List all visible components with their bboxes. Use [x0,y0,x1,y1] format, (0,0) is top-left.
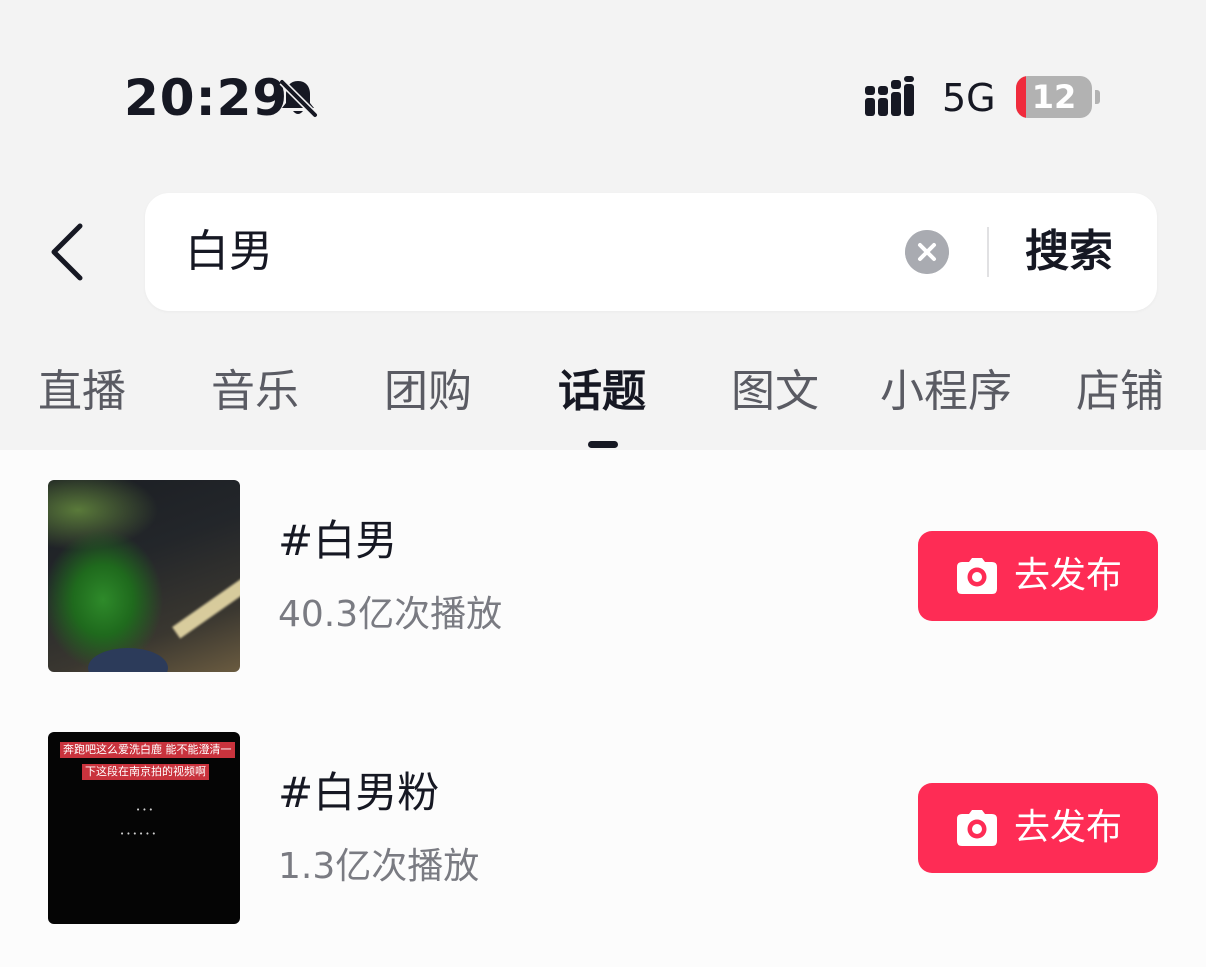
topic-play-count: 1.3亿次播放 [278,846,480,887]
tab-image-text[interactable]: 图文 [731,362,819,422]
clear-icon[interactable] [905,230,949,274]
topic-thumbnail [48,480,240,672]
thumbnail-caption: 下这段在南京拍的视频啊 [82,764,209,780]
tab-music[interactable]: 音乐 [211,362,299,422]
tab-live[interactable]: 直播 [38,362,126,422]
status-bar: 20:29 5G 12 [0,0,1206,190]
search-divider [987,227,989,277]
bell-muted-icon [279,79,318,118]
battery-percent: 12 [1031,78,1077,116]
active-tab-indicator [588,441,618,448]
camera-icon [957,558,997,594]
search-box: 搜索 [145,193,1157,311]
search-input[interactable] [185,221,885,283]
topic-result-row[interactable]: #白男 40.3亿次播放 去发布 [0,450,1206,672]
tab-group-buy[interactable]: 团购 [384,362,472,422]
status-time: 20:29 [124,69,289,127]
search-button[interactable]: 搜索 [1025,221,1113,283]
publish-button-label: 去发布 [1014,807,1123,848]
network-type: 5G [942,76,996,120]
publish-button-label: 去发布 [1014,555,1123,596]
topic-thumbnail: 奔跑吧这么爱洗白鹿 能不能澄清一 下这段在南京拍的视频啊 • • • • • •… [48,732,240,924]
tab-bar: 直播 音乐 团购 话题 图文 小程序 店铺 [0,350,1206,450]
topic-title: #白男粉 [278,768,440,817]
tab-stores[interactable]: 店铺 [1076,362,1164,422]
topic-play-count: 40.3亿次播放 [278,594,503,635]
tab-topics[interactable]: 话题 [558,362,646,422]
topic-result-row[interactable]: 奔跑吧这么爱洗白鹿 能不能澄清一 下这段在南京拍的视频啊 • • • • • •… [0,702,1206,924]
signal-icon [865,76,914,116]
topic-title: #白男 [278,516,398,565]
topic-results-list: #白男 40.3亿次播放 去发布 奔跑吧这么爱洗白鹿 能不能澄清一 下这段在南京… [0,450,1206,967]
thumbnail-caption: 奔跑吧这么爱洗白鹿 能不能澄清一 [60,742,235,758]
back-button[interactable] [40,220,100,284]
camera-icon [957,810,997,846]
publish-button[interactable]: 去发布 [918,531,1158,621]
battery-icon: 12 [1016,76,1102,118]
tab-mini-programs[interactable]: 小程序 [880,362,1012,422]
publish-button[interactable]: 去发布 [918,783,1158,873]
